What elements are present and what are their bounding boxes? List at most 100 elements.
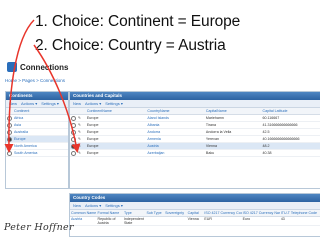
select-column-header xyxy=(6,108,13,114)
edit-icon[interactable]: ✎ xyxy=(77,143,86,149)
countries-header-row: ContinentName CountryName CapitalName Ca… xyxy=(70,108,320,115)
row-select-radio[interactable] xyxy=(70,129,77,135)
new-button[interactable]: New xyxy=(73,202,81,209)
table-row[interactable]: Australia xyxy=(6,129,68,136)
capital-name-cell: Baku xyxy=(205,151,215,155)
edit-icon[interactable]: ✎ xyxy=(77,115,86,121)
actions-menu[interactable]: Actions ▾ xyxy=(85,100,101,107)
radio-circle-icon xyxy=(7,150,12,156)
breadcrumb[interactable]: Home > Pages > Connections xyxy=(5,78,65,83)
table-row[interactable]: ✎ Europe Andorra Andorra la Vella 42.5 xyxy=(70,129,320,136)
column-header-capital[interactable]: Capital xyxy=(187,210,204,216)
column-header-capitalname[interactable]: CapitalName xyxy=(205,108,262,114)
table-row[interactable]: ✎ Europe Armenia Yerevan 40.1666666666666666 xyxy=(70,136,320,143)
table-row[interactable]: Europe xyxy=(6,136,68,143)
radio-circle-icon xyxy=(7,143,12,149)
country-name-cell: Andorra xyxy=(147,130,161,134)
column-header-sub-type[interactable]: Sub Type xyxy=(145,210,164,216)
country-name-cell: Austria xyxy=(147,144,159,148)
row-select-radio[interactable] xyxy=(70,143,77,149)
column-header-currency-name[interactable]: ISO 4217 Currency Name xyxy=(242,210,280,216)
column-header-sovereignty[interactable]: Sovereignty xyxy=(164,210,187,216)
column-header-capital-latitude[interactable]: Capital Latitude xyxy=(261,108,320,114)
currency-code-cell: EUR xyxy=(204,217,212,221)
column-header-currency-code[interactable]: ISO 4217 Currency Code xyxy=(203,210,241,216)
screenshot-app: Connections Home > Pages > Connections C… xyxy=(3,60,320,237)
row-select-radio[interactable] xyxy=(70,136,77,142)
column-header-formal-name[interactable]: Formal Name xyxy=(96,210,122,216)
sovereignty-cell xyxy=(164,217,187,225)
continents-toolbar: New Actions ▾ Settings ▾ xyxy=(6,100,68,108)
country-codes-header-row: Common Name Formal Name Type Sub Type So… xyxy=(70,210,320,217)
row-select-radio[interactable] xyxy=(6,115,13,121)
continent-link: Europe xyxy=(14,137,26,141)
table-row[interactable]: ✎ Europe Albania Tirana 41.316666666666666 xyxy=(70,122,320,129)
continent-name-cell: Europe xyxy=(86,137,99,141)
edit-icon[interactable]: ✎ xyxy=(77,150,86,156)
capital-name-cell: Andorra la Vella xyxy=(205,130,232,134)
capital-cell: Vienna xyxy=(187,217,199,221)
new-button[interactable]: New xyxy=(9,100,17,107)
countries-list: ✎ Europe Aland Islands Mariehamn 60.116667 ✎ E… xyxy=(70,115,320,157)
continents-list: Africa Asia Australia Europe North America So… xyxy=(6,115,68,157)
table-row[interactable]: ✎ Europe Azerbaijan Baku 40.38 xyxy=(70,150,320,157)
row-select-radio[interactable] xyxy=(70,122,77,128)
table-row[interactable]: ✎ Europe Aland Islands Mariehamn 60.116667 xyxy=(70,115,320,122)
column-header-continentname[interactable]: ContinentName xyxy=(86,108,147,114)
capital-name-cell: Mariehamn xyxy=(205,116,224,120)
continents-pane-title: Continents xyxy=(6,92,68,100)
sub-type-cell xyxy=(145,217,164,225)
edit-column-header xyxy=(77,108,86,114)
column-header-telephone-code[interactable]: ITU-T Telephone Code xyxy=(280,210,320,216)
country-name-cell: Armenia xyxy=(147,137,161,141)
capital-latitude-cell: 48.2 xyxy=(262,144,270,148)
row-select-radio[interactable] xyxy=(6,136,13,142)
country-codes-toolbar: New Actions ▾ Settings ▾ xyxy=(70,202,320,210)
countries-toolbar: New Actions ▾ Settings ▾ xyxy=(70,100,320,108)
country-codes-pane: Country Codes New Actions ▾ Settings ▾ C… xyxy=(69,193,320,237)
new-button[interactable]: New xyxy=(73,100,81,107)
settings-menu[interactable]: Settings ▾ xyxy=(105,100,123,107)
radio-circle-icon xyxy=(7,136,12,142)
row-select-radio[interactable] xyxy=(6,150,13,156)
app-header: Connections xyxy=(3,60,73,74)
edit-icon[interactable]: ✎ xyxy=(77,136,86,142)
column-header-type[interactable]: Type xyxy=(123,210,146,216)
continent-link: South America xyxy=(14,151,38,155)
table-row[interactable]: Austria Republic of Austria Independent St… xyxy=(70,217,320,226)
caption-continent-choice: 1. Choice: Continent = Europe xyxy=(35,13,241,30)
table-row[interactable]: Asia xyxy=(6,122,68,129)
continent-link: Africa xyxy=(14,116,24,120)
app-title: Connections xyxy=(20,62,69,72)
capital-latitude-cell: 42.5 xyxy=(262,130,270,134)
capital-name-cell: Yerevan xyxy=(205,137,219,141)
edit-icon[interactable]: ✎ xyxy=(77,129,86,135)
settings-menu[interactable]: Settings ▾ xyxy=(105,202,123,209)
actions-menu[interactable]: Actions ▾ xyxy=(85,202,101,209)
table-row[interactable]: Africa xyxy=(6,115,68,122)
capital-latitude-cell: 40.1666666666666666 xyxy=(262,137,300,141)
column-header-countryname[interactable]: CountryName xyxy=(146,108,205,114)
formal-name-cell: Republic of Austria xyxy=(97,217,116,225)
continent-name-cell: Europe xyxy=(86,123,99,127)
row-select-radio[interactable] xyxy=(70,150,77,156)
edit-icon[interactable]: ✎ xyxy=(77,122,86,128)
currency-name-cell: Euro xyxy=(242,217,251,221)
countries-pane: Countries and Capitals New Actions ▾ Set… xyxy=(69,91,320,189)
table-row[interactable]: South America xyxy=(6,150,68,157)
row-select-radio[interactable] xyxy=(6,143,13,149)
continent-name-cell: Europe xyxy=(86,116,99,120)
column-header-continent[interactable]: Continent xyxy=(13,108,64,114)
settings-menu[interactable]: Settings ▾ xyxy=(41,100,59,107)
actions-menu[interactable]: Actions ▾ xyxy=(21,100,37,107)
column-header-common-name[interactable]: Common Name xyxy=(70,210,96,216)
countries-pane-title: Countries and Capitals xyxy=(70,92,320,100)
table-row[interactable]: North America xyxy=(6,143,68,150)
table-row[interactable]: ✎ Europe Austria Vienna 48.2 xyxy=(70,143,320,150)
row-select-radio[interactable] xyxy=(70,115,77,121)
continent-name-cell: Europe xyxy=(86,130,99,134)
row-select-radio[interactable] xyxy=(6,122,13,128)
select-column-header xyxy=(70,108,77,114)
radio-circle-icon xyxy=(70,122,76,128)
row-select-radio[interactable] xyxy=(6,129,13,135)
